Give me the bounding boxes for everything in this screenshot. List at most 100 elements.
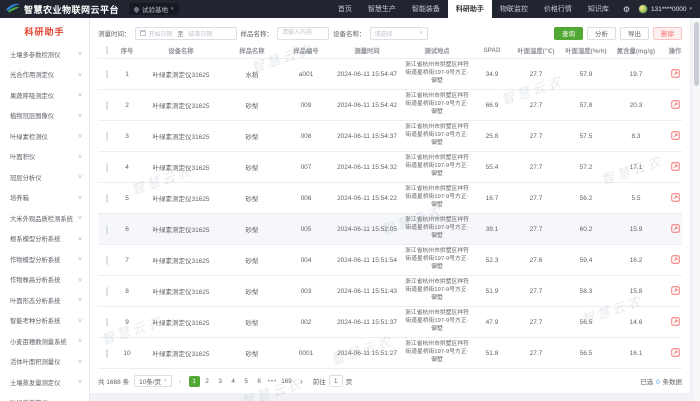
sidebar-item-label: 叶面积仪 bbox=[10, 152, 35, 161]
chevron-down-icon: ∨ bbox=[77, 133, 83, 139]
row-checkbox[interactable] bbox=[106, 132, 108, 141]
cell-code: 004 bbox=[280, 257, 332, 264]
sidebar-item-label: 冠层分析仪 bbox=[10, 173, 41, 182]
export-report-icon[interactable] bbox=[671, 255, 680, 264]
nav-item[interactable]: 知识库 bbox=[580, 0, 617, 18]
sidebar-item[interactable]: 果蔬呼吸测定仪 ∨ bbox=[0, 85, 89, 106]
export-report-icon[interactable] bbox=[671, 100, 680, 109]
chevron-down-icon: ∨ bbox=[77, 174, 83, 180]
user-phone: 131****0000 bbox=[651, 6, 686, 13]
row-checkbox[interactable] bbox=[106, 256, 108, 265]
nav-item[interactable]: 物联监控 bbox=[492, 0, 536, 18]
sidebar-item[interactable]: 土壤多参数检测仪 ∨ bbox=[0, 44, 89, 65]
sidebar-item[interactable]: 冠层分析仪 ∨ bbox=[0, 167, 89, 188]
nav-item[interactable]: 价格行情 bbox=[536, 0, 580, 18]
export-button[interactable]: 导出 bbox=[620, 27, 649, 40]
cell-humidity: 57.5 bbox=[560, 133, 612, 140]
cell-spad: 16.7 bbox=[472, 195, 512, 202]
device-select[interactable]: 请选择 ▾ bbox=[370, 27, 428, 40]
sample-name-input[interactable] bbox=[277, 27, 329, 40]
cell-temp: 27.7 bbox=[512, 319, 560, 326]
filter-buttons: 查询 分析 导出 删除 bbox=[554, 27, 682, 40]
sidebar-item[interactable]: 大米外观品质检测系统 ∨ bbox=[0, 208, 89, 229]
prev-page-button[interactable]: ‹ bbox=[175, 376, 186, 387]
cell-nitrogen: 16.1 bbox=[612, 350, 660, 357]
chevron-down-icon: ∨ bbox=[77, 51, 83, 57]
nav-item[interactable]: 首页 bbox=[330, 0, 360, 18]
cell-code: 007 bbox=[280, 164, 332, 171]
analyze-button[interactable]: 分析 bbox=[587, 27, 616, 40]
sidebar-item[interactable]: 土壤蒸发量测定仪 ∨ bbox=[0, 372, 89, 393]
export-report-icon[interactable] bbox=[671, 69, 680, 78]
nav-item[interactable]: 智慧生产 bbox=[360, 0, 404, 18]
nav-item[interactable]: 科研助手 bbox=[448, 0, 492, 18]
select-all-checkbox[interactable] bbox=[106, 46, 108, 55]
row-checkbox[interactable] bbox=[106, 225, 108, 234]
sidebar-item[interactable]: 叶面积仪 ∨ bbox=[0, 147, 89, 168]
sidebar-item-label: 培养箱 bbox=[10, 193, 29, 202]
page-number-button[interactable]: 2 bbox=[202, 376, 213, 387]
sidebar-item[interactable]: 叶绿素检测仪 ∨ bbox=[0, 126, 89, 147]
cell-time: 2024-06-11 15:51:27 bbox=[332, 350, 402, 357]
row-checkbox[interactable] bbox=[106, 349, 108, 358]
cell-nitrogen: 15.8 bbox=[612, 288, 660, 295]
sidebar-item[interactable]: 智能考种分析系统 ∨ bbox=[0, 311, 89, 332]
export-report-icon[interactable] bbox=[671, 348, 680, 357]
sidebar-item[interactable]: 植物冠层图像仪 ∨ bbox=[0, 106, 89, 127]
page-number-button[interactable]: 5 bbox=[241, 376, 252, 387]
jump-page-input[interactable] bbox=[329, 375, 343, 387]
user-menu[interactable]: 131****0000 ▾ bbox=[636, 4, 700, 14]
row-checkbox[interactable] bbox=[106, 163, 108, 172]
cell-time: 2024-06-11 15:51:43 bbox=[332, 288, 402, 295]
page-number-button[interactable]: ••• bbox=[267, 376, 279, 387]
gear-icon[interactable]: ⚙ bbox=[617, 5, 636, 14]
export-report-icon[interactable] bbox=[671, 286, 680, 295]
cell-sample: 砂梨 bbox=[224, 193, 280, 203]
chevron-down-icon: ∨ bbox=[77, 236, 83, 242]
export-report-icon[interactable] bbox=[671, 162, 680, 171]
row-checkbox[interactable] bbox=[106, 287, 108, 296]
vertical-scrollbar[interactable] bbox=[693, 18, 700, 401]
sidebar-item[interactable]: 根系模型分析系统 ∨ bbox=[0, 229, 89, 250]
page-number-button[interactable]: 1 bbox=[189, 376, 200, 387]
export-report-icon[interactable] bbox=[671, 317, 680, 326]
sidebar-item[interactable]: 培养箱 ∨ bbox=[0, 188, 89, 209]
scrollbar-thumb[interactable] bbox=[694, 22, 699, 86]
sidebar-item[interactable]: 叶面形态分析系统 ∨ bbox=[0, 290, 89, 311]
location-pin-icon bbox=[133, 5, 140, 12]
query-button[interactable]: 查询 bbox=[554, 27, 583, 40]
sidebar-item[interactable]: 光合作用测定仪 ∨ bbox=[0, 65, 89, 86]
page-size-select[interactable]: 10条/页 ▾ bbox=[134, 375, 172, 387]
sidebar-menu: 土壤多参数检测仪 ∨ 光合作用测定仪 ∨ 果蔬呼吸测定仪 ∨ 植物冠层图像仪 ∨… bbox=[0, 44, 89, 401]
page-number-button[interactable]: 4 bbox=[228, 376, 239, 387]
date-range-picker[interactable]: 开始日期 至 结束日期 bbox=[135, 27, 237, 40]
table-row: 3 叶绿素测定仪31625 砂梨 008 2024-06-11 15:54:37… bbox=[98, 121, 682, 152]
chevron-down-icon: ∨ bbox=[77, 256, 83, 262]
export-report-icon[interactable] bbox=[671, 224, 680, 233]
row-checkbox[interactable] bbox=[106, 101, 108, 110]
page-number-button[interactable]: 6 bbox=[254, 376, 265, 387]
row-checkbox[interactable] bbox=[106, 70, 108, 79]
cell-index: 9 bbox=[116, 319, 138, 326]
export-report-icon[interactable] bbox=[671, 193, 680, 202]
row-checkbox[interactable] bbox=[106, 194, 108, 203]
page-jump: 前往 页 bbox=[313, 375, 353, 387]
sidebar-item[interactable]: 作物模型分析系统 ∨ bbox=[0, 249, 89, 270]
sidebar-item-label: 小麦亩穗数测量系统 bbox=[10, 337, 67, 346]
page-number-button[interactable]: 3 bbox=[215, 376, 226, 387]
sidebar-item[interactable]: 作物株高分析系统 ∨ bbox=[0, 270, 89, 291]
site-selector[interactable]: 试验基地 ▾ bbox=[129, 3, 179, 15]
sidebar-item-label: 作物株高分析系统 bbox=[10, 275, 60, 284]
chevron-down-icon: ∨ bbox=[77, 318, 83, 324]
sidebar-item[interactable]: 活体叶面积测量仪 ∨ bbox=[0, 352, 89, 373]
next-page-button[interactable]: › bbox=[296, 376, 307, 387]
sidebar-item[interactable]: 叶绿素测定仪 ∨ bbox=[0, 393, 89, 401]
export-report-icon[interactable] bbox=[671, 131, 680, 140]
page-number-button[interactable]: 169 bbox=[280, 376, 293, 387]
nav-item[interactable]: 智能装备 bbox=[404, 0, 448, 18]
cell-code: 006 bbox=[280, 195, 332, 202]
sidebar-item[interactable]: 小麦亩穗数测量系统 ∨ bbox=[0, 331, 89, 352]
chevron-down-icon: ▾ bbox=[164, 378, 167, 384]
delete-button[interactable]: 删除 bbox=[653, 27, 682, 40]
row-checkbox[interactable] bbox=[106, 318, 108, 327]
